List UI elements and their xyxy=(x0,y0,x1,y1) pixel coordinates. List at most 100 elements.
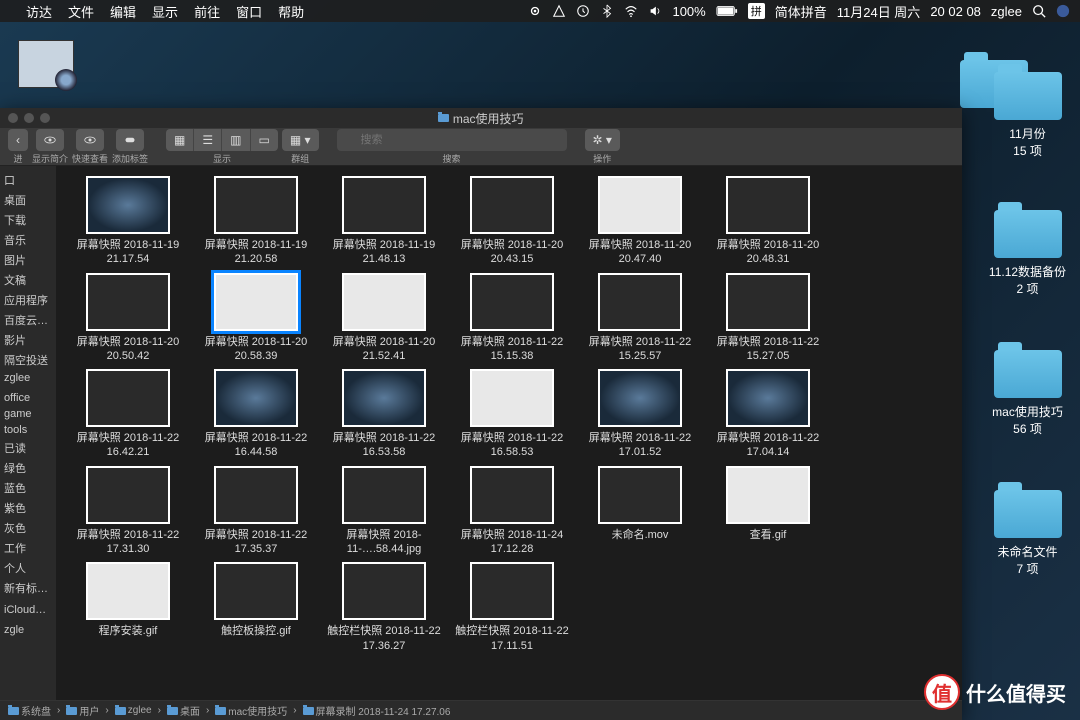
battery-icon[interactable] xyxy=(716,4,738,18)
file-item[interactable]: 屏幕快照 2018-11-22 16.53.58 xyxy=(320,367,448,462)
sidebar-item[interactable]: 文稿 xyxy=(0,270,56,290)
app-icon[interactable] xyxy=(552,4,566,18)
sidebar-item[interactable]: 应用程序 xyxy=(0,290,56,310)
info-button[interactable] xyxy=(36,129,64,151)
file-item[interactable]: 触控栏快照 2018-11-22 17.36.27 xyxy=(320,560,448,655)
view-gallery-button[interactable]: ▭ xyxy=(251,129,278,151)
sidebar-item[interactable]: iCloud… xyxy=(0,602,56,618)
volume-icon[interactable] xyxy=(648,4,662,18)
menu-help[interactable]: 帮助 xyxy=(278,2,304,21)
view-list-button[interactable]: ☰ xyxy=(194,129,222,151)
sidebar-item[interactable]: 下载 xyxy=(0,210,56,230)
menu-view[interactable]: 显示 xyxy=(152,2,178,21)
file-item[interactable]: 屏幕快照 2018-11-20 20.50.42 xyxy=(64,271,192,366)
file-item[interactable]: 屏幕快照 2018-11-20 20.47.40 xyxy=(576,174,704,269)
file-item[interactable]: 屏幕快照 2018-11-22 15.27.05 xyxy=(704,271,832,366)
siri-icon[interactable] xyxy=(1056,4,1070,18)
sidebar-item[interactable]: 工作 xyxy=(0,538,56,558)
file-item[interactable]: 屏幕快照 2018-11-24 17.12.28 xyxy=(448,464,576,559)
file-item[interactable]: 屏幕快照 2018-11-22 15.25.57 xyxy=(576,271,704,366)
file-item[interactable]: 查看.gif xyxy=(704,464,832,559)
sidebar-item[interactable]: 蓝色 xyxy=(0,478,56,498)
sidebar-item[interactable]: 已读 xyxy=(0,438,56,458)
path-segment[interactable]: zglee xyxy=(115,705,152,716)
menu-edit[interactable]: 编辑 xyxy=(110,2,136,21)
sidebar-item[interactable]: 灰色 xyxy=(0,518,56,538)
file-item[interactable]: 未命名.mov xyxy=(576,464,704,559)
path-segment[interactable]: 屏幕录制 2018-11-24 17.27.06 xyxy=(303,703,451,718)
desktop-folder[interactable]: 11.12数据备份2 项 xyxy=(980,210,1075,298)
sidebar-item[interactable]: 绿色 xyxy=(0,458,56,478)
sidebar-item[interactable]: office xyxy=(0,390,56,406)
path-segment[interactable]: mac使用技巧 xyxy=(215,703,287,718)
sidebar-item[interactable]: tools xyxy=(0,422,56,438)
ime-name[interactable]: 简体拼音 xyxy=(775,2,827,21)
file-item[interactable]: 屏幕快照 2018-11-19 21.17.54 xyxy=(64,174,192,269)
time[interactable]: 20 02 08 xyxy=(930,4,981,19)
file-item[interactable]: 屏幕快照 2018-11-22 16.58.53 xyxy=(448,367,576,462)
sidebar-item[interactable]: 隔空投送 xyxy=(0,350,56,370)
file-item[interactable]: 屏幕快照 2018-11-….58.44.jpg xyxy=(320,464,448,559)
sidebar-item[interactable]: 紫色 xyxy=(0,498,56,518)
file-item[interactable]: 屏幕快照 2018-11-22 17.01.52 xyxy=(576,367,704,462)
sidebar-item[interactable]: zglee xyxy=(0,370,56,386)
file-item[interactable]: 屏幕快照 2018-11-20 21.52.41 xyxy=(320,271,448,366)
file-item[interactable]: 屏幕快照 2018-11-22 16.42.21 xyxy=(64,367,192,462)
date[interactable]: 11月24日 周六 xyxy=(837,2,921,21)
desktop-file[interactable] xyxy=(18,40,78,88)
timemachine-icon[interactable] xyxy=(576,4,590,18)
menu-go[interactable]: 前往 xyxy=(194,2,220,21)
sidebar-item[interactable]: 桌面 xyxy=(0,190,56,210)
file-item[interactable]: 屏幕快照 2018-11-19 21.20.58 xyxy=(192,174,320,269)
file-item[interactable]: 程序安装.gif xyxy=(64,560,192,655)
file-item[interactable]: 屏幕快照 2018-11-20 20.58.39 xyxy=(192,271,320,366)
sidebar-item[interactable]: zgle xyxy=(0,622,56,638)
back-button[interactable]: ‹ xyxy=(8,129,28,151)
bluetooth-icon[interactable] xyxy=(600,4,614,18)
path-segment[interactable]: 桌面 xyxy=(167,703,200,718)
menu-file[interactable]: 文件 xyxy=(68,2,94,21)
battery-percent[interactable]: 100% xyxy=(672,4,705,19)
search-input[interactable] xyxy=(337,129,567,151)
sidebar-item[interactable]: game xyxy=(0,406,56,422)
thumbnail xyxy=(342,369,426,427)
file-item[interactable]: 屏幕快照 2018-11-22 17.04.14 xyxy=(704,367,832,462)
desktop-folder[interactable]: 11月份15 项 xyxy=(980,72,1075,160)
sidebar-item[interactable]: 个人 xyxy=(0,558,56,578)
file-item[interactable]: 屏幕快照 2018-11-20 20.48.31 xyxy=(704,174,832,269)
group-button[interactable]: ▦ ▾ xyxy=(282,129,319,151)
file-item[interactable]: 屏幕快照 2018-11-20 20.43.15 xyxy=(448,174,576,269)
file-item[interactable]: 屏幕快照 2018-11-22 16.44.58 xyxy=(192,367,320,462)
spotlight-icon[interactable] xyxy=(1032,4,1046,18)
file-item[interactable]: 屏幕快照 2018-11-22 17.35.37 xyxy=(192,464,320,559)
file-item[interactable]: 屏幕快照 2018-11-19 21.48.13 xyxy=(320,174,448,269)
file-item[interactable]: 屏幕快照 2018-11-22 15.15.38 xyxy=(448,271,576,366)
file-item[interactable]: 屏幕快照 2018-11-22 17.31.30 xyxy=(64,464,192,559)
view-column-button[interactable]: ▥ xyxy=(222,129,250,151)
sidebar-item[interactable]: 新有标… xyxy=(0,578,56,598)
tags-button[interactable] xyxy=(116,129,144,151)
menu-window[interactable]: 窗口 xyxy=(236,2,262,21)
record-icon[interactable] xyxy=(528,4,542,18)
file-item[interactable]: 触控栏快照 2018-11-22 17.11.51 xyxy=(448,560,576,655)
wifi-icon[interactable] xyxy=(624,4,638,18)
close-dot[interactable] xyxy=(8,113,18,123)
max-dot[interactable] xyxy=(40,113,50,123)
ime-badge[interactable]: 拼 xyxy=(748,3,765,19)
quicklook-button[interactable] xyxy=(76,129,104,151)
desktop-folder[interactable]: mac使用技巧56 项 xyxy=(980,350,1075,438)
sidebar-item[interactable]: 影片 xyxy=(0,330,56,350)
user[interactable]: zglee xyxy=(991,4,1022,19)
sidebar-item[interactable]: 图片 xyxy=(0,250,56,270)
sidebar-item[interactable]: 口 xyxy=(0,170,56,190)
path-segment[interactable]: 用户 xyxy=(66,703,99,718)
file-item[interactable]: 触控板操控.gif xyxy=(192,560,320,655)
path-segment[interactable]: 系统盘 xyxy=(8,703,51,718)
desktop-folder[interactable]: 未命名文件7 项 xyxy=(980,490,1075,578)
action-button[interactable]: ✲ ▾ xyxy=(585,129,620,151)
app-name[interactable]: 访达 xyxy=(26,2,52,21)
sidebar-item[interactable]: 百度云… xyxy=(0,310,56,330)
sidebar-item[interactable]: 音乐 xyxy=(0,230,56,250)
view-icon-button[interactable]: ▦ xyxy=(166,129,194,151)
min-dot[interactable] xyxy=(24,113,34,123)
